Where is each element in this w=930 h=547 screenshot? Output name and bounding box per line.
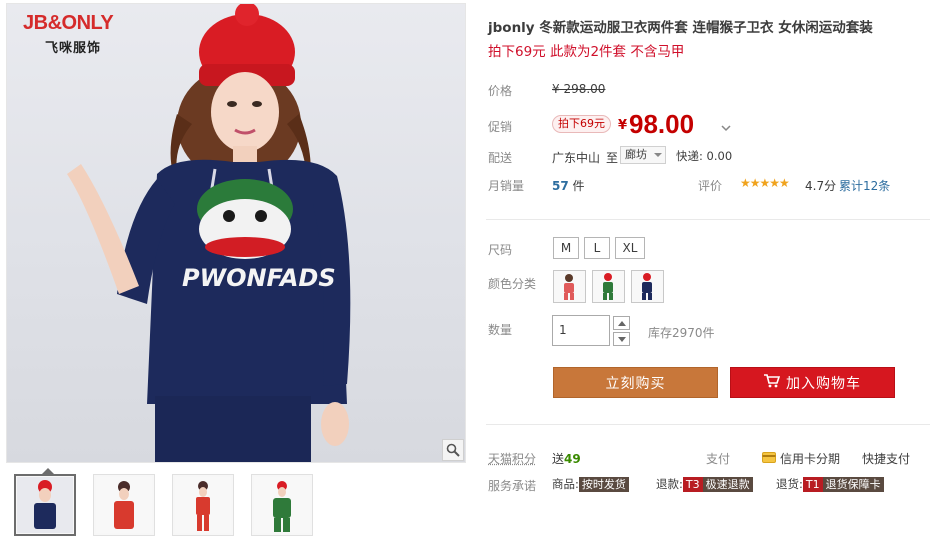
chevron-down-icon[interactable] (721, 121, 731, 135)
promo-price: 98.00 (629, 109, 695, 139)
ship-from: 广东中山 (552, 151, 601, 165)
shipping-label: 配送 (488, 151, 513, 165)
quick-pay[interactable]: 快捷支付 (862, 450, 910, 467)
rating-value: 4.7分 (805, 179, 837, 193)
promo-tag: 拍下69元 (552, 115, 611, 133)
promise-goods-badge: 按时发货 (578, 476, 629, 492)
svg-text:PWONFADS: PWONFADS (182, 264, 336, 292)
original-price: ¥ 298.00 (552, 82, 606, 96)
promise-return[interactable]: 退货: T1 退货保障卡 (776, 476, 884, 492)
size-option-xl[interactable]: XL (615, 237, 645, 259)
monthly-sales-count: 57 (552, 179, 569, 193)
review-label: 评价 (698, 179, 723, 193)
tmall-points: 送49 (552, 450, 581, 467)
color-option-red[interactable] (553, 270, 586, 303)
main-product-image[interactable]: JB&ONLY 飞咪服饰 PWONFADS (6, 3, 466, 463)
stock-count: 库存2970件 (648, 326, 715, 340)
chevron-down-icon (654, 153, 662, 157)
price-label: 价格 (488, 84, 513, 98)
monthly-sales: 57 件 (552, 177, 585, 194)
review-count-link[interactable]: 累计12条 (839, 177, 890, 194)
promise-refund-badge: 极速退款 (702, 476, 753, 492)
tmall-points-label[interactable]: 天猫积分 (488, 450, 536, 467)
add-to-cart-label: 加入购物车 (786, 375, 861, 392)
product-subtitle: 拍下69元 此款为2件套 不含马甲 (488, 44, 685, 60)
buy-now-button[interactable]: 立刻购买 (553, 367, 718, 398)
ship-to-prefix: 至 (606, 151, 619, 165)
service-promise-label: 服务承诺 (488, 479, 537, 493)
add-to-cart-button[interactable]: 加入购物车 (730, 367, 895, 398)
currency-symbol: ¥ (618, 118, 628, 133)
promise-goods-label: 商品: (552, 477, 579, 491)
divider (486, 424, 930, 425)
cart-icon (764, 373, 781, 392)
rating-stars: ★★★★★ (740, 176, 790, 190)
thumbnail-navy[interactable] (14, 468, 76, 536)
promise-refund-code: T3 (682, 476, 703, 492)
divider (486, 219, 930, 220)
tmall-points-prefix: 送 (552, 452, 565, 466)
thumbnail-red-alt[interactable] (172, 474, 234, 536)
shipping-fee: 快递: 0.00 (676, 149, 733, 163)
product-title: jbonly 冬新款运动服卫衣两件套 连帽猴子卫衣 女休闲运动套装 (488, 20, 873, 36)
quantity-increase-button[interactable] (613, 316, 630, 330)
credit-card-label: 信用卡分期 (780, 452, 841, 466)
color-label: 颜色分类 (488, 277, 537, 291)
monthly-sales-unit: 件 (568, 179, 585, 193)
quantity-label: 数量 (488, 323, 513, 337)
promise-return-badge: 退货保障卡 (822, 476, 884, 492)
promise-return-code: T1 (802, 476, 823, 492)
search-icon[interactable] (442, 439, 464, 461)
thumbnail-red[interactable] (93, 474, 155, 536)
color-option-green[interactable] (592, 270, 625, 303)
quantity-input[interactable]: 1 (552, 315, 610, 346)
promise-refund[interactable]: 退款: T3 极速退款 (656, 476, 753, 492)
promo-label: 促销 (488, 120, 513, 134)
thumbnail-green[interactable] (251, 474, 313, 536)
quantity-decrease-button[interactable] (613, 332, 630, 346)
size-option-l[interactable]: L (584, 237, 610, 259)
buy-now-label: 立刻购买 (605, 375, 666, 392)
payment-label: 支付 (706, 452, 731, 466)
product-info-panel: jbonly 冬新款运动服卫衣两件套 连帽猴子卫衣 女休闲运动套装 拍下69元 … (486, 0, 930, 547)
promise-goods[interactable]: 商品: 按时发货 (552, 476, 629, 492)
monthly-sales-label: 月销量 (488, 179, 525, 193)
promise-refund-label: 退款: (656, 477, 683, 491)
size-label: 尺码 (488, 243, 513, 257)
tmall-points-value: 49 (564, 452, 581, 466)
credit-card-installment[interactable]: 信用卡分期 (762, 450, 840, 467)
color-option-navy[interactable] (631, 270, 664, 303)
thumbnail-strip (14, 468, 313, 536)
size-option-m[interactable]: M (553, 237, 579, 259)
product-photo: PWONFADS (67, 4, 351, 462)
credit-card-icon (762, 451, 776, 466)
promise-return-label: 退货: (776, 477, 803, 491)
